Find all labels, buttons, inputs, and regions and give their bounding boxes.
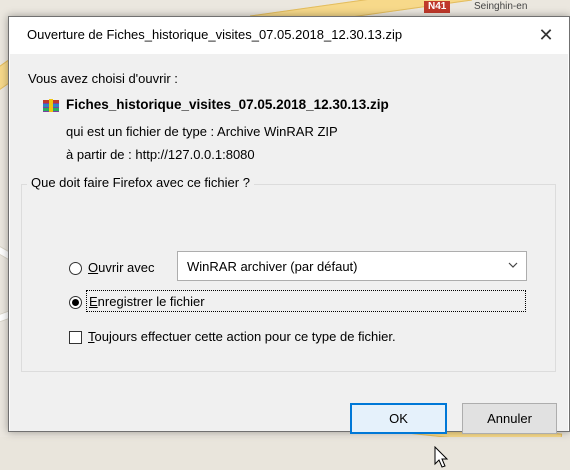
save-file-text: nregistrer le fichier [97,294,205,309]
mouse-cursor-icon [434,446,449,468]
save-file-accesskey: E [89,294,98,309]
always-do-this-checkbox[interactable] [69,331,82,344]
always-text: oujours effectuer cette action pour ce t… [94,329,396,344]
open-with-text: uvrir avec [98,260,155,275]
place-label: Seinghin-en [474,1,528,12]
save-file-label[interactable]: Enregistrer le fichier [86,290,526,312]
ok-button[interactable]: OK [350,403,447,434]
application-select[interactable]: WinRAR archiver (par défaut) [177,251,527,281]
group-legend: Que doit faire Firefox avec ce fichier ? [27,175,254,190]
chevron-down-icon [508,262,518,268]
dialog-titlebar: Ouverture de Fiches_historique_visites_0… [9,17,569,53]
open-with-label[interactable]: Ouvrir avec [88,260,154,275]
save-file-radio[interactable] [69,296,82,309]
close-icon[interactable]: ✕ [523,17,569,53]
intro-text: Vous avez choisi d'ouvrir : [28,71,178,86]
dialog-content: Vous avez choisi d'ouvrir : Fiches_histo… [10,54,568,468]
road-sign: N41 [424,1,451,13]
open-with-accesskey: O [88,260,99,275]
cancel-button[interactable]: Annuler [462,403,557,434]
always-do-this-label[interactable]: Toujours effectuer cette action pour ce … [88,329,396,344]
file-type: qui est un fichier de type : Archive Win… [66,124,338,139]
file-name: Fiches_historique_visites_07.05.2018_12.… [66,97,389,112]
file-source: à partir de : http://127.0.0.1:8080 [66,147,255,162]
download-dialog: Ouverture de Fiches_historique_visites_0… [8,16,570,468]
dialog-title: Ouverture de Fiches_historique_visites_0… [27,27,403,42]
application-select-value: WinRAR archiver (par défaut) [187,259,358,274]
open-with-radio[interactable] [69,262,82,275]
winrar-archive-icon [43,99,59,112]
